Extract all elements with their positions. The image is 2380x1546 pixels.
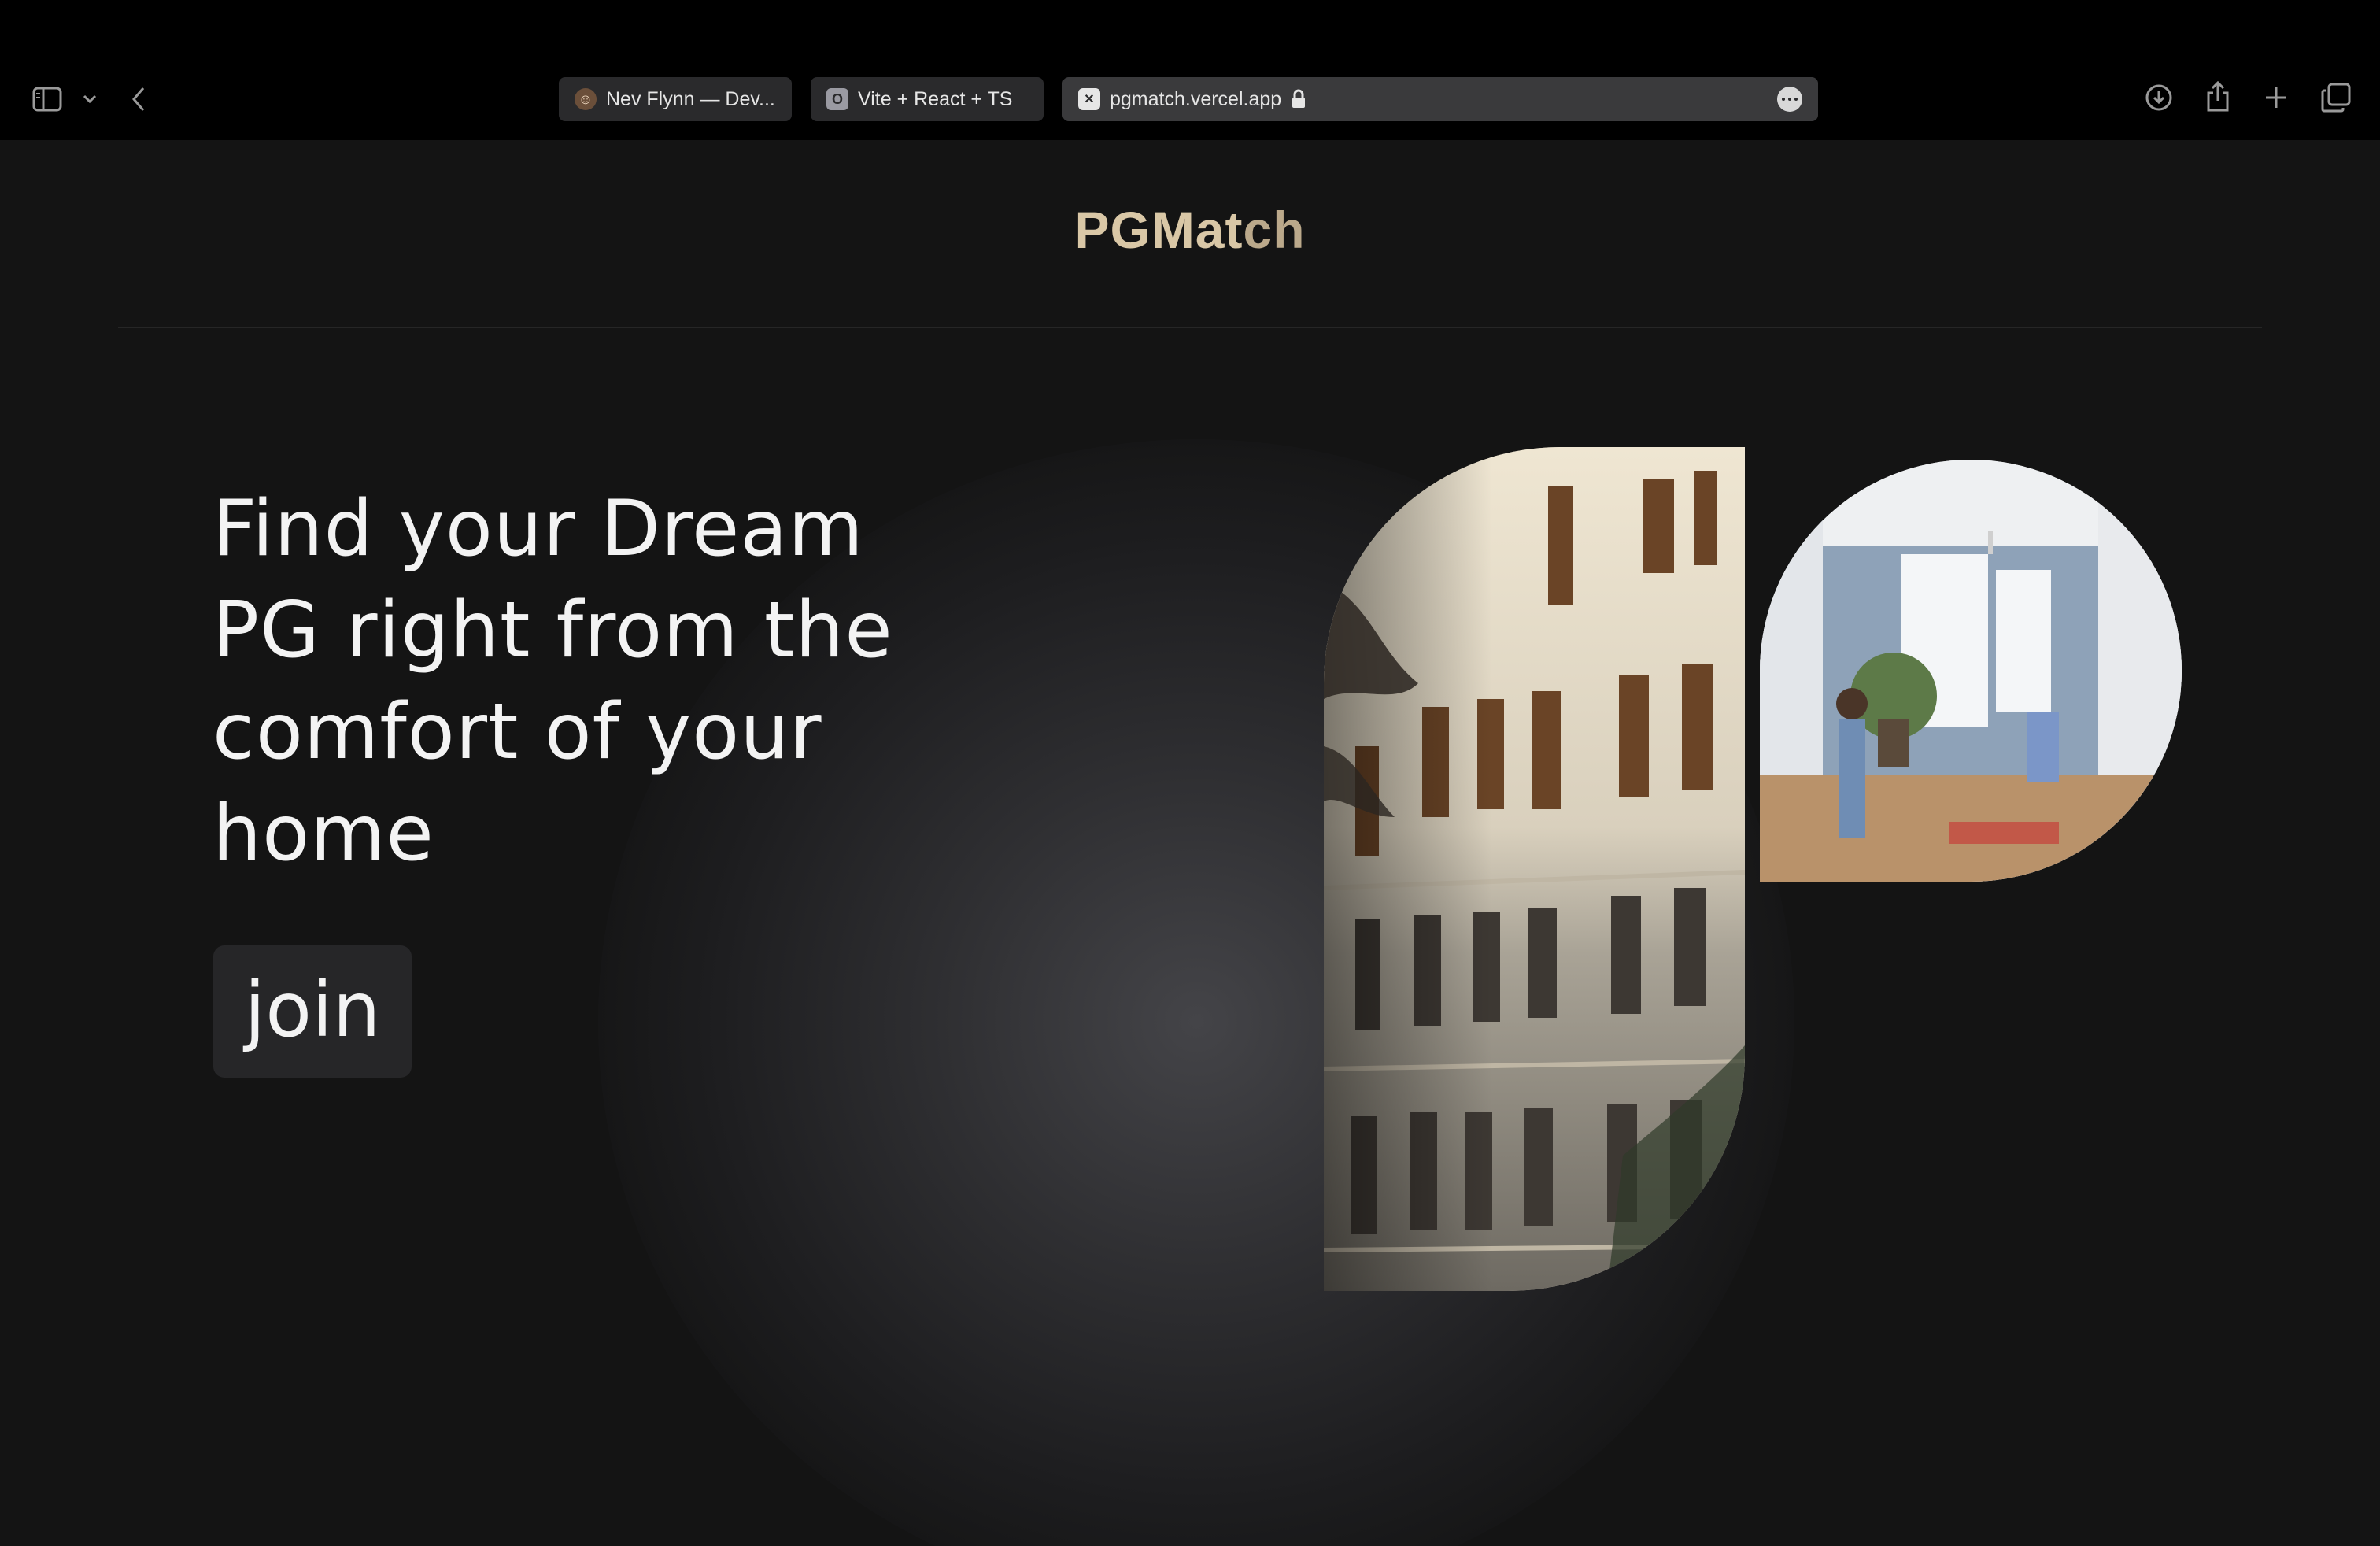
logo-text-a: PGMat <box>1074 201 1244 259</box>
headline-line-1: Find your Dream <box>213 484 864 574</box>
headline-line-4: home <box>213 789 434 878</box>
x-favicon-icon: ✕ <box>1078 88 1100 110</box>
tab-nev-flynn[interactable]: ☺ Nev Flynn — Dev... <box>559 77 792 121</box>
join-button[interactable]: join <box>213 945 412 1078</box>
new-tab-icon[interactable] <box>2262 83 2290 112</box>
page: PGMatch Find your Dream PG right from th… <box>0 140 2380 1546</box>
headline-line-3: comfort of your <box>213 687 822 777</box>
lock-icon <box>1291 89 1306 109</box>
header-divider <box>118 327 2262 328</box>
download-icon[interactable] <box>2144 82 2174 113</box>
tab-label: Nev Flynn — Dev... <box>606 87 775 110</box>
share-icon[interactable] <box>2204 79 2232 113</box>
o-favicon-icon: O <box>826 88 848 110</box>
avatar-icon: ☺ <box>575 88 597 110</box>
address-url: pgmatch.vercel.app <box>1110 87 1282 110</box>
chevron-down-icon[interactable] <box>80 90 99 109</box>
site-logo[interactable]: PGMatch <box>0 200 2380 260</box>
headline-line-2: PG right from the <box>213 586 893 675</box>
hero-headline: Find your Dream PG right from the comfor… <box>213 479 984 885</box>
tab-vite-react[interactable]: O Vite + React + TS <box>811 77 1044 121</box>
browser-toolbar: ☺ Nev Flynn — Dev... O Vite + React + TS… <box>0 0 2380 140</box>
logo-text-b: ch <box>1243 201 1306 259</box>
more-icon[interactable] <box>1777 87 1802 112</box>
tab-pgmatch-address-bar[interactable]: ✕ pgmatch.vercel.app <box>1062 77 1818 121</box>
room-photo <box>1760 460 2182 882</box>
building-photo <box>1324 447 1745 1291</box>
tab-label: Vite + React + TS <box>858 87 1013 110</box>
sidebar-icon[interactable] <box>31 85 63 113</box>
tab-overview-icon[interactable] <box>2320 82 2352 113</box>
back-icon[interactable] <box>128 83 150 115</box>
